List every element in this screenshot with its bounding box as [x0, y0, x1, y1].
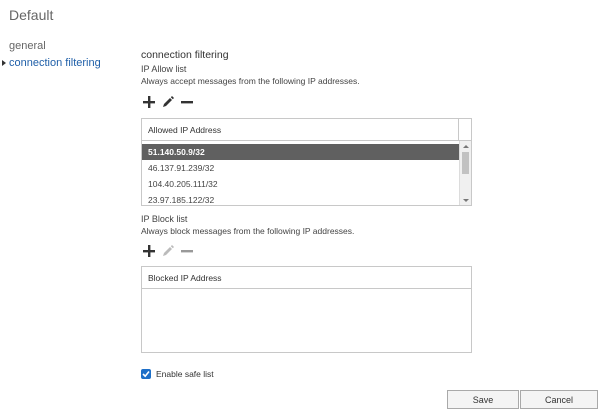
checkmark-icon [142, 370, 150, 378]
block-edit-button[interactable] [160, 243, 176, 259]
block-toolbar [141, 242, 481, 260]
column-header-label: Blocked IP Address [148, 273, 222, 283]
allowed-ip-scrollbar[interactable] [459, 141, 471, 205]
nav-item-label: connection filtering [9, 57, 101, 69]
list-item[interactable]: 104.40.205.111/32 [142, 176, 471, 192]
section-title: connection filtering [141, 49, 229, 61]
pencil-icon [163, 245, 174, 256]
enable-safe-list-row: Enable safe list [141, 369, 214, 379]
enable-safe-list-checkbox[interactable] [141, 369, 151, 379]
plus-icon [143, 96, 155, 108]
header-divider [458, 119, 459, 140]
nav-item-connection-filtering[interactable]: connection filtering [0, 55, 130, 72]
allow-toolbar [141, 93, 481, 111]
pencil-icon [163, 96, 174, 107]
allowed-ip-rows: 51.140.50.9/32 46.137.91.239/32 104.40.2… [142, 141, 471, 205]
blocked-ip-column-header[interactable]: Blocked IP Address [142, 267, 471, 289]
plus-icon [143, 245, 155, 257]
allow-list-description: Always accept messages from the followin… [141, 76, 360, 86]
allowed-ip-column-header[interactable]: Allowed IP Address [142, 119, 471, 141]
column-header-label: Allowed IP Address [148, 125, 222, 135]
save-button[interactable]: Save [447, 390, 519, 409]
allow-edit-button[interactable] [160, 94, 176, 110]
allow-remove-button[interactable] [179, 94, 195, 110]
allow-add-button[interactable] [141, 94, 157, 110]
allowed-ip-list[interactable]: Allowed IP Address 51.140.50.9/32 46.137… [141, 118, 472, 206]
block-add-button[interactable] [141, 243, 157, 259]
arrow-down-icon [462, 198, 469, 202]
page-title: Default [9, 7, 54, 23]
block-list-label: IP Block list [141, 214, 188, 224]
scroll-thumb[interactable] [462, 152, 469, 174]
scroll-up-button[interactable] [460, 141, 471, 151]
enable-safe-list-label: Enable safe list [156, 369, 214, 379]
left-nav: general connection filtering [0, 38, 130, 72]
scroll-down-button[interactable] [460, 195, 471, 205]
allow-list-label: IP Allow list [141, 64, 187, 74]
block-list-description: Always block messages from the following… [141, 226, 355, 236]
minus-icon [181, 101, 193, 104]
blocked-ip-list[interactable]: Blocked IP Address [141, 266, 472, 353]
block-remove-button[interactable] [179, 243, 195, 259]
cancel-button[interactable]: Cancel [520, 390, 598, 409]
caret-right-icon [2, 60, 6, 66]
list-item[interactable]: 46.137.91.239/32 [142, 160, 471, 176]
page: Default general connection filtering con… [0, 0, 602, 417]
content-panel: connection filtering IP Allow list Alway… [141, 48, 481, 353]
list-item[interactable]: 51.140.50.9/32 [142, 144, 459, 160]
minus-icon [181, 250, 193, 253]
nav-item-general[interactable]: general [0, 38, 130, 55]
arrow-up-icon [462, 144, 469, 148]
list-item[interactable]: 23.97.185.122/32 [142, 192, 471, 205]
nav-item-label: general [9, 40, 46, 52]
